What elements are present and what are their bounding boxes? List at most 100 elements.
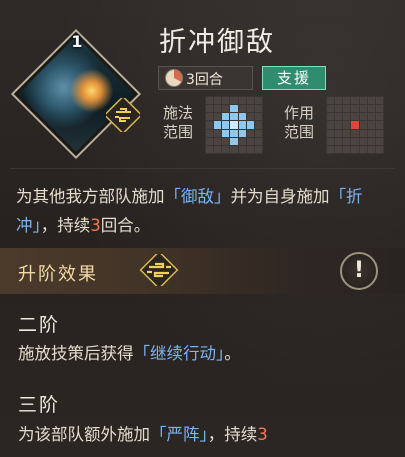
range-cell [375, 129, 383, 137]
range-cell [375, 137, 383, 145]
range-cell [230, 105, 238, 113]
range-cell [238, 105, 246, 113]
cast-range-label-line1: 施法 [163, 104, 194, 122]
range-cell [246, 121, 254, 129]
desc-text: ，持续 [40, 216, 91, 235]
range-cell [254, 121, 262, 129]
range-cell [246, 137, 254, 145]
range-cell [206, 97, 214, 105]
range-cell [335, 97, 343, 105]
range-cell [214, 121, 222, 129]
range-cell [222, 105, 230, 113]
range-cell [230, 97, 238, 105]
skill-name: 折冲御敌 [159, 27, 275, 58]
range-cell [254, 105, 262, 113]
cast-range-grid [205, 96, 263, 154]
status-token-jixu[interactable]: 「继续行动」 [134, 344, 225, 363]
duration-number: 3 [90, 216, 101, 235]
range-cell [206, 145, 214, 153]
range-cell [359, 97, 367, 105]
effect-range-grid [326, 96, 384, 154]
range-cell [222, 113, 230, 121]
range-cell [335, 113, 343, 121]
range-cell [343, 137, 351, 145]
range-cell [238, 129, 246, 137]
skill-type-tag: 支援 [262, 66, 326, 90]
status-token-yanzhen[interactable]: 「严阵」 [150, 425, 208, 444]
range-cell [327, 129, 335, 137]
range-cell [254, 97, 262, 105]
range-cell [246, 113, 254, 121]
range-cell [222, 129, 230, 137]
desc-text: 并为自身施加 [230, 187, 330, 206]
range-cell [375, 145, 383, 153]
range-cell [351, 121, 359, 129]
range-cell [246, 105, 254, 113]
range-cell [246, 129, 254, 137]
range-cell [327, 97, 335, 105]
skill-icon: 1 [10, 28, 142, 160]
range-cell [367, 113, 375, 121]
range-cell [359, 145, 367, 153]
range-cell [367, 97, 375, 105]
range-cell [375, 105, 383, 113]
range-cell [351, 137, 359, 145]
range-cell [327, 137, 335, 145]
range-cell [375, 113, 383, 121]
range-cell [254, 129, 262, 137]
range-cell [335, 121, 343, 129]
range-cell [327, 145, 335, 153]
range-cell [254, 113, 262, 121]
range-cell [359, 105, 367, 113]
effect-range-label-line1: 作用 [284, 104, 315, 122]
range-cell [343, 97, 351, 105]
range-cell [335, 145, 343, 153]
desc-text: 回合。 [100, 216, 151, 235]
range-cell [254, 137, 262, 145]
skill-level-badge: 1 [71, 32, 83, 51]
range-cell [359, 113, 367, 121]
tier-text: 施放技策后获得 [18, 344, 134, 363]
range-cell [367, 105, 375, 113]
upgrade-title: 升阶效果 [18, 264, 98, 285]
range-cell [367, 137, 375, 145]
range-cell [343, 105, 351, 113]
range-cell [327, 121, 335, 129]
range-cell [351, 97, 359, 105]
tier-3-description: 为该部队额外施加「严阵」，持续3 [18, 422, 398, 448]
skill-description: 为其他我方部队施加「御敌」并为自身施加「折冲」，持续3回合。 [16, 182, 396, 240]
range-cell [343, 121, 351, 129]
range-cell [343, 113, 351, 121]
range-cell [359, 129, 367, 137]
upgrade-header: 升阶效果 ! [0, 248, 405, 294]
range-cell [246, 145, 254, 153]
range-cell [351, 129, 359, 137]
cast-range-label: 施法 范围 [163, 104, 203, 142]
info-icon[interactable]: ! [340, 252, 378, 290]
range-cell [222, 97, 230, 105]
tier-2-title: 二阶 [18, 314, 61, 336]
rank-emblem-icon [106, 98, 140, 132]
range-cell [238, 121, 246, 129]
divider [10, 168, 395, 169]
tier-text: 。 [224, 344, 241, 363]
range-cell [222, 137, 230, 145]
range-cell [206, 137, 214, 145]
status-token-yudi[interactable]: 「御敌」 [165, 187, 231, 206]
range-cell [335, 137, 343, 145]
range-cell [214, 137, 222, 145]
duration-pie-icon [165, 69, 183, 87]
range-cell [351, 145, 359, 153]
range-cell [238, 145, 246, 153]
range-cell [335, 105, 343, 113]
range-cell [230, 129, 238, 137]
range-cell [327, 113, 335, 121]
range-cell [230, 121, 238, 129]
tier-3-title: 三阶 [18, 394, 61, 416]
range-cell [238, 97, 246, 105]
range-cell [238, 137, 246, 145]
rank-emblem-icon [139, 254, 179, 286]
range-cell [230, 113, 238, 121]
range-cell [230, 137, 238, 145]
range-cell [206, 129, 214, 137]
